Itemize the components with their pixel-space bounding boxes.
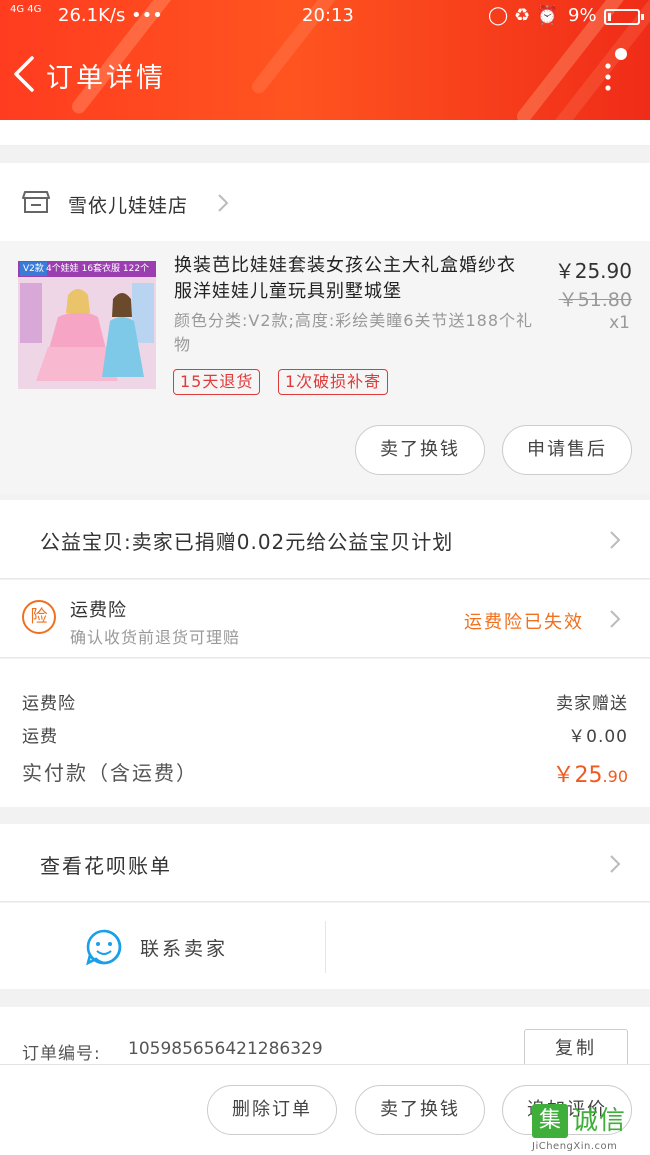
battery-percent: 9% (568, 5, 597, 26)
shop-name: 雪依儿娃娃店 (68, 195, 189, 217)
total-paid-decimal: .90 (602, 767, 628, 786)
chevron-right-icon (610, 610, 621, 628)
contact-bar: 联系卖家 (0, 903, 650, 989)
product-quantity: x1 (609, 313, 630, 333)
chevron-left-icon (14, 56, 34, 92)
huabei-bill-row[interactable]: 查看花呗账单 (0, 824, 650, 902)
total-paid-main: ￥25 (552, 763, 603, 788)
header-bar: 4G 4G 26.1K/s ••• 20:13 ◯♻⏰ 9% 订单详情 (0, 0, 650, 120)
insurance-icon: 险 (22, 600, 56, 634)
charity-text: 公益宝贝:卖家已捐赠0.02元给公益宝贝计划 (40, 530, 454, 554)
site-watermark: 集 诚信 JiChengXin.com (532, 1104, 650, 1155)
return-policy-badge: 15天退货 (173, 369, 261, 395)
product-price: ￥25.90 (554, 259, 632, 283)
fee-value-insurance: 卖家赠送 (556, 694, 628, 714)
total-paid-value: ￥25.90 (553, 757, 628, 789)
back-button[interactable] (8, 50, 42, 98)
page-title: 订单详情 (46, 63, 166, 94)
alarm-icon: ⏰ (536, 5, 565, 26)
sell-for-cash-button[interactable]: 卖了换钱 (355, 425, 485, 475)
shipping-insurance-row[interactable]: 险 运费险 确认收货前退货可理赔 运费险已失效 (0, 580, 650, 658)
fee-label-insurance: 运费险 (22, 694, 76, 714)
chevron-right-icon (610, 855, 621, 873)
insurance-subtitle: 确认收货前退货可理赔 (70, 628, 241, 647)
store-icon (22, 191, 50, 213)
network-indicator: 4G 4G (10, 4, 42, 15)
clock: 20:13 (302, 5, 354, 26)
scrolled-content-strip (0, 120, 650, 146)
insurance-status: 运费险已失效 (464, 612, 584, 633)
contact-seller-button[interactable]: 联系卖家 (0, 903, 325, 989)
total-paid-label: 实付款（含运费） (22, 761, 198, 785)
order-info: 订单编号: 105985656421286329 复制 (0, 1007, 650, 1069)
watermark-logo: 集 (532, 1104, 568, 1138)
huabei-bill-text: 查看花呗账单 (40, 854, 172, 878)
chat-face-icon (86, 929, 122, 965)
sell-for-cash-bottom-button[interactable]: 卖了换钱 (355, 1085, 485, 1135)
watermark-cn: 诚信 (572, 1106, 627, 1136)
after-sales-button[interactable]: 申请售后 (502, 425, 632, 475)
image-tag-v2: V2款 (20, 262, 47, 276)
product-original-price: ￥51.80 (558, 289, 632, 311)
status-icons: ◯♻⏰ (488, 5, 565, 26)
fee-label-shipping: 运费 (22, 727, 58, 747)
charity-row[interactable]: 公益宝贝:卖家已捐赠0.02元给公益宝贝计划 (0, 500, 650, 579)
doll-image (18, 277, 156, 389)
fee-value-shipping: ￥0.00 (568, 727, 628, 747)
order-number-label: 订单编号: (22, 1044, 101, 1064)
order-number: 105985656421286329 (128, 1039, 323, 1059)
chevron-right-icon (610, 531, 621, 549)
contact-seller-label: 联系卖家 (140, 938, 229, 960)
copy-button[interactable]: 复制 (524, 1029, 628, 1069)
chevron-right-icon (218, 194, 229, 212)
headset-icon: ◯ (488, 5, 515, 26)
network-speed: 26.1K/s ••• (58, 5, 163, 26)
damage-reship-badge: 1次破损补寄 (278, 369, 389, 395)
more-menu-button[interactable] (596, 44, 636, 96)
more-vertical-icon (605, 48, 627, 91)
shop-row[interactable]: 雪依儿娃娃店 (0, 163, 650, 241)
battery-icon (604, 9, 644, 25)
image-banner: V2款 4个娃娃 16套衣服 122个礼物 (18, 261, 156, 290)
fee-summary: 运费险 卖家赠送 运费 ￥0.00 实付款（含运费） ￥25.90 (0, 659, 650, 807)
mute-bell-icon: ♻ (514, 5, 537, 26)
product-title[interactable]: 换装芭比娃娃套装女孩公主大礼盒婚纱衣服洋娃娃儿童玩具别墅城堡 (174, 253, 534, 305)
insurance-title: 运费险 (70, 600, 127, 621)
divider (325, 921, 326, 973)
status-bar: 4G 4G 26.1K/s ••• 20:13 ◯♻⏰ 9% (0, 0, 650, 32)
delete-order-button[interactable]: 删除订单 (207, 1085, 337, 1135)
watermark-en: JiChengXin.com (532, 1141, 618, 1152)
product-image[interactable]: V2款 4个娃娃 16套衣服 122个礼物 (18, 261, 156, 389)
product-card[interactable]: V2款 4个娃娃 16套衣服 122个礼物 换装芭比娃娃套装女孩公主大礼盒婚纱衣… (0, 241, 650, 494)
product-spec: 颜色分类:V2款;高度:彩绘美瞳6关节送188个礼物 (174, 311, 534, 354)
